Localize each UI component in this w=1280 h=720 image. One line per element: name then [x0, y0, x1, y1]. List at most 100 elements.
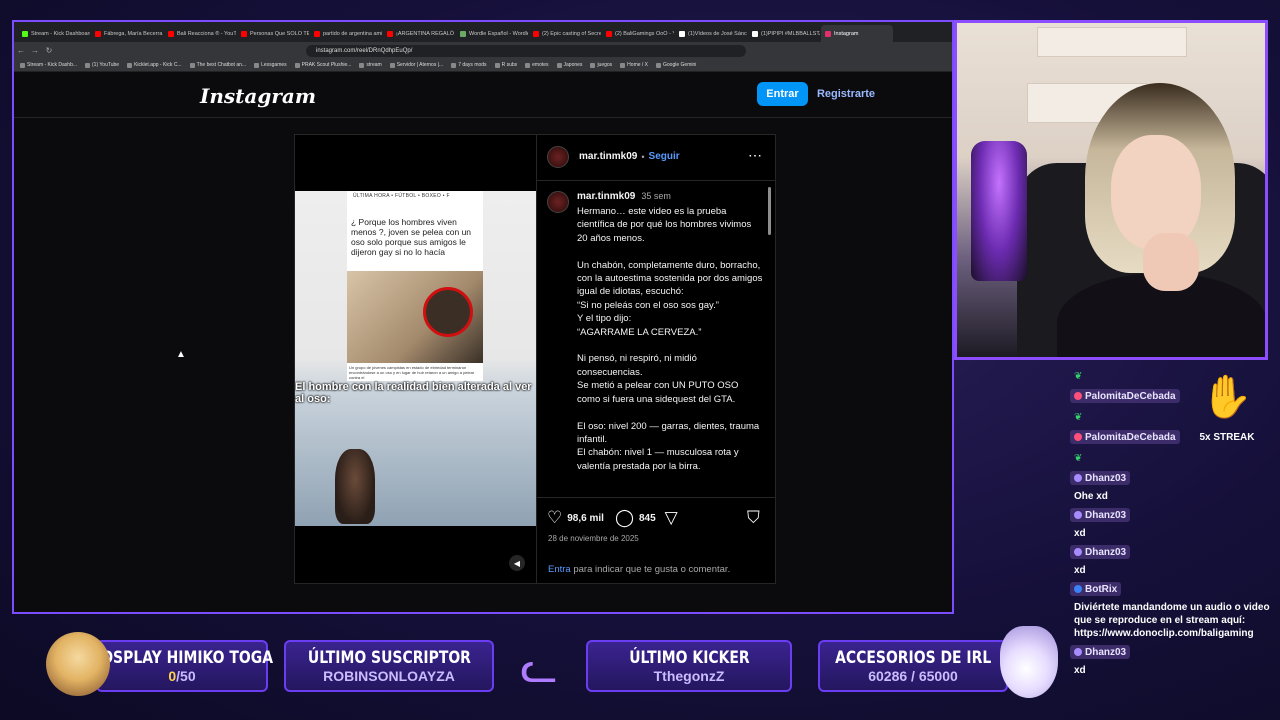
- comment-icon[interactable]: ◯: [615, 508, 634, 528]
- bookmark-label: Home / X: [627, 62, 649, 68]
- chat-message-text: Diviértete mandandome un audio o video q…: [1074, 602, 1270, 639]
- bookmark-item[interactable]: emotes: [525, 62, 549, 68]
- bookmark-item[interactable]: stream: [359, 62, 382, 68]
- browser-tab[interactable]: partido de argentina amig: [310, 25, 382, 42]
- chat-message-text: xd: [1074, 528, 1086, 539]
- browser-tab[interactable]: Personas Que SOLO TENÍ: [237, 25, 309, 42]
- tab-label: (2) Epic casting of Secret: [542, 30, 601, 37]
- tab-label: Fábrega, María Becerra - M: [104, 30, 163, 37]
- browser-tab[interactable]: (1)PIPIPI #MLBBALLSTAR: [748, 25, 820, 42]
- bookmark-label: Lessgames: [261, 62, 287, 68]
- browser-tab[interactable]: Fábrega, María Becerra - M: [91, 25, 163, 42]
- post-header: mar.tinmk09 • Seguir ⋯: [537, 135, 776, 181]
- chat-emote-icon: ❦: [1074, 371, 1083, 382]
- irl-accessories-progress: 60286 / 65000: [868, 668, 958, 684]
- author-username[interactable]: mar.tinmk09: [579, 151, 637, 162]
- bookmark-item[interactable]: juegos: [590, 62, 612, 68]
- reel-video[interactable]: ÚLTIMA HORA • FÚTBOL • BOXEO • F ¿ Porqu…: [295, 135, 536, 583]
- chat-username[interactable]: Dhanz03: [1070, 645, 1131, 659]
- chat-username[interactable]: Dhanz03: [1070, 545, 1131, 559]
- chat-username-text: Dhanz03: [1085, 472, 1127, 484]
- bookmark-favicon-icon: [189, 62, 195, 68]
- chat-message-text: xd: [1074, 665, 1086, 676]
- url-input[interactable]: instagram.com/reel/DRnQdhpEuQp/: [306, 44, 746, 57]
- browser-tab[interactable]: Stream - Kick Dashboard: [18, 25, 90, 42]
- bookmark-item[interactable]: 7 days mods: [451, 62, 487, 68]
- user-badge-icon: [1074, 433, 1082, 441]
- reload-icon[interactable]: ↻: [42, 46, 56, 55]
- webcam-feed: [954, 20, 1268, 360]
- chat-emote-icon: ❦: [1074, 412, 1083, 423]
- browser-tab[interactable]: Wordle Español - Wordle: [456, 25, 528, 42]
- chat-username[interactable]: Dhanz03: [1070, 508, 1131, 522]
- heart-icon[interactable]: ♡: [547, 508, 562, 528]
- bookmark-icon[interactable]: ⛉: [747, 508, 760, 528]
- bookmark-item[interactable]: Kicklet.app - Kick C...: [127, 62, 182, 68]
- bookmark-item[interactable]: Servidor | Aternos |...: [389, 62, 443, 68]
- instagram-logo[interactable]: Instagram: [200, 84, 316, 108]
- author-avatar[interactable]: [547, 146, 569, 168]
- signup-button[interactable]: Registrarte: [814, 82, 878, 106]
- dot-separator: •: [641, 151, 645, 162]
- tab-favicon-icon: [168, 30, 174, 37]
- bookmark-label: (1) YouTube: [92, 62, 120, 68]
- browser-tab[interactable]: (2) BaliGamings OoO - YouTu: [602, 25, 674, 42]
- bookmark-favicon-icon: [389, 62, 395, 68]
- login-button[interactable]: Entrar: [757, 82, 808, 106]
- browser-tab[interactable]: ¡ARGENTINA REGALÓ LA: [383, 25, 455, 42]
- caption-area: mar.tinmk09 35 sem Hermano… este video e…: [547, 191, 765, 491]
- bookmark-item[interactable]: Lessgames: [254, 62, 287, 68]
- chat-username-text: PalomitaDeCebada: [1085, 431, 1176, 443]
- irl-accessories-title: ACCESORIOS DE IRL: [834, 648, 992, 668]
- bookmark-item[interactable]: PRAK Scout Plushie...: [294, 62, 351, 68]
- bookmark-favicon-icon: [590, 62, 596, 68]
- streamer-hand: [1143, 233, 1199, 291]
- chat-username[interactable]: PalomitaDeCebada: [1070, 389, 1180, 403]
- bookmark-label: emotes: [532, 62, 549, 68]
- bookmark-label: The best Chatbot an...: [196, 62, 247, 68]
- tab-label: (1)PIPIPI #MLBBALLSTAR: [761, 30, 820, 37]
- caption-username[interactable]: mar.tinmk09: [577, 191, 635, 202]
- tab-favicon-icon: [679, 30, 685, 37]
- tab-favicon-icon: [387, 30, 393, 37]
- bookmark-item[interactable]: Home / X: [620, 62, 648, 68]
- back-icon[interactable]: ←: [14, 46, 28, 55]
- tab-favicon-icon: [606, 30, 612, 37]
- chat-username[interactable]: PalomitaDeCebada: [1070, 430, 1180, 444]
- last-subscriber-title: ÚLTIMO SUSCRIPTOR: [307, 648, 471, 668]
- bookmark-item[interactable]: Google Gemini: [656, 62, 696, 68]
- tab-label: Stream - Kick Dashboard: [31, 30, 90, 37]
- browser-tab[interactable]: Bali Reacciona ® - YouTu: [164, 25, 236, 42]
- bookmark-favicon-icon: [254, 62, 260, 68]
- chat-username-text: Dhanz03: [1085, 546, 1127, 558]
- sound-toggle-icon[interactable]: ◀: [509, 555, 525, 571]
- browser-tab[interactable]: (2) Epic casting of Secret: [529, 25, 601, 42]
- chat-username[interactable]: BotRix: [1070, 582, 1122, 596]
- shelf-boxes: [1037, 27, 1187, 57]
- bookmark-favicon-icon: [656, 62, 662, 68]
- microphone: [971, 141, 1027, 281]
- cosplay-goal-title: COSPLAY HIMIKO TOGA: [90, 648, 274, 668]
- news-title: ¿ Porque los hombres viven menos ?, jove…: [351, 217, 472, 257]
- follow-button[interactable]: Seguir: [649, 151, 680, 162]
- user-badge-icon: [1074, 474, 1082, 482]
- browser-tab[interactable]: Instagram: [821, 25, 893, 42]
- bookmark-item[interactable]: R subs: [494, 62, 517, 68]
- bookmark-label: juegos: [597, 62, 613, 68]
- share-icon[interactable]: ▽: [665, 508, 678, 528]
- caption-scrollbar[interactable]: [767, 181, 772, 497]
- bookmark-favicon-icon: [620, 62, 626, 68]
- chat-username[interactable]: Dhanz03: [1070, 471, 1131, 485]
- caption-avatar[interactable]: [547, 191, 569, 213]
- login-prompt-link[interactable]: Entra: [548, 564, 571, 575]
- more-horizontal-icon[interactable]: ⋯: [748, 147, 763, 164]
- bookmark-item[interactable]: Japones: [556, 62, 582, 68]
- bookmark-item[interactable]: (1) YouTube: [85, 62, 119, 68]
- bookmark-item[interactable]: Stream - Kick Dashb...: [20, 62, 77, 68]
- chat-message: Dhanz03 xd: [1066, 643, 1274, 677]
- bookmark-favicon-icon: [525, 62, 531, 68]
- scroll-thumb[interactable]: [768, 187, 771, 235]
- browser-tab[interactable]: (1)Vídeos de José Sánchez: [675, 25, 747, 42]
- forward-icon[interactable]: →: [28, 46, 42, 55]
- bookmark-item[interactable]: The best Chatbot an...: [189, 62, 247, 68]
